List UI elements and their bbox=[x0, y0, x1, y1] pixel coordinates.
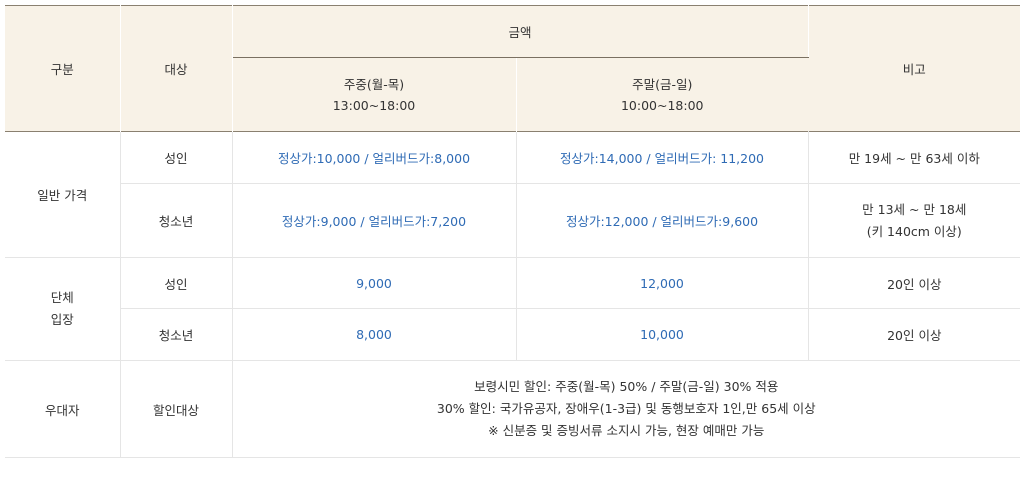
category-group-line: 입장 bbox=[50, 312, 74, 327]
target-cell: 성인 bbox=[119, 257, 232, 309]
header-weekend-label: 주말(금-일) bbox=[632, 76, 693, 92]
table-row: 청소년 8,000 10,000 20인 이상 bbox=[5, 308, 1021, 361]
header-weekend: 주말(금-일) 10:00~18:00 bbox=[515, 57, 809, 132]
header-weekday-label: 주중(월-목) bbox=[343, 76, 405, 92]
table-row: 우대자 할인대상 보령시민 할인: 주중(월-목) 50% / 주말(금-일) … bbox=[5, 360, 1021, 458]
category-group: 단체 입장 bbox=[5, 257, 120, 361]
table-header: 구분 대상 금액 비고 주중(월-목) 13:00~18:00 주말(금-일) … bbox=[5, 5, 1021, 132]
remark-line: (키 140cm 이상) bbox=[866, 223, 962, 239]
discount-line: 보령시민 할인: 주중(월-목) 50% / 주말(금-일) 30% 적용 bbox=[474, 379, 779, 394]
target-cell: 청소년 bbox=[119, 308, 232, 361]
header-remark: 비고 bbox=[808, 5, 1021, 132]
target-cell: 청소년 bbox=[119, 183, 232, 258]
table-row: 단체 입장 성인 9,000 12,000 20인 이상 bbox=[5, 257, 1021, 361]
discount-note: 보령시민 할인: 주중(월-목) 50% / 주말(금-일) 30% 적용 30… bbox=[231, 360, 1021, 458]
header-category: 구분 bbox=[5, 5, 121, 132]
price-cell: 정상가:9,000 / 얼리버드가:7,200 bbox=[231, 183, 516, 258]
price-cell: 10,000 bbox=[515, 308, 809, 361]
discount-line: 30% 할인: 국가유공자, 장애우(1-3급) 및 동행보호자 1인,만 65… bbox=[436, 401, 816, 416]
price-table: 구분 대상 금액 비고 주중(월-목) 13:00~18:00 주말(금-일) … bbox=[5, 5, 1021, 458]
remark-cell: 만 13세 ~ 만 18세 (키 140cm 이상) bbox=[807, 183, 1021, 258]
price-cell: 8,000 bbox=[231, 308, 516, 361]
remark-cell: 20인 이상 bbox=[807, 308, 1021, 361]
price-cell: 정상가:12,000 / 얼리버드가:9,600 bbox=[515, 183, 809, 258]
header-amount: 금액 bbox=[232, 5, 809, 58]
header-weekend-time: 10:00~18:00 bbox=[620, 97, 704, 113]
remark-cell: 만 19세 ~ 만 63세 이하 bbox=[807, 131, 1021, 184]
header-weekday: 주중(월-목) 13:00~18:00 bbox=[232, 57, 517, 132]
price-cell: 정상가:10,000 / 얼리버드가:8,000 bbox=[231, 131, 516, 184]
remark-cell: 20인 이상 bbox=[807, 257, 1021, 309]
category-group-line: 단체 bbox=[50, 290, 74, 305]
header-target: 대상 bbox=[120, 5, 233, 132]
header-weekday-time: 13:00~18:00 bbox=[332, 97, 416, 113]
category-general: 일반 가격 bbox=[5, 131, 120, 258]
target-cell: 성인 bbox=[119, 131, 232, 184]
table-row: 청소년 정상가:9,000 / 얼리버드가:7,200 정상가:12,000 /… bbox=[5, 183, 1021, 258]
table-row: 일반 가격 성인 정상가:10,000 / 얼리버드가:8,000 정상가:14… bbox=[5, 131, 1021, 258]
price-cell: 9,000 bbox=[231, 257, 516, 309]
table-body: 일반 가격 성인 정상가:10,000 / 얼리버드가:8,000 정상가:14… bbox=[5, 131, 1021, 458]
category-preferential: 우대자 bbox=[5, 360, 120, 458]
discount-line: ※ 신분증 및 증빙서류 소지시 가능, 현장 예매만 가능 bbox=[488, 423, 765, 438]
price-cell: 12,000 bbox=[515, 257, 809, 309]
price-cell: 정상가:14,000 / 얼리버드가: 11,200 bbox=[515, 131, 809, 184]
target-cell: 할인대상 bbox=[119, 360, 232, 458]
remark-line: 만 13세 ~ 만 18세 bbox=[862, 201, 967, 217]
